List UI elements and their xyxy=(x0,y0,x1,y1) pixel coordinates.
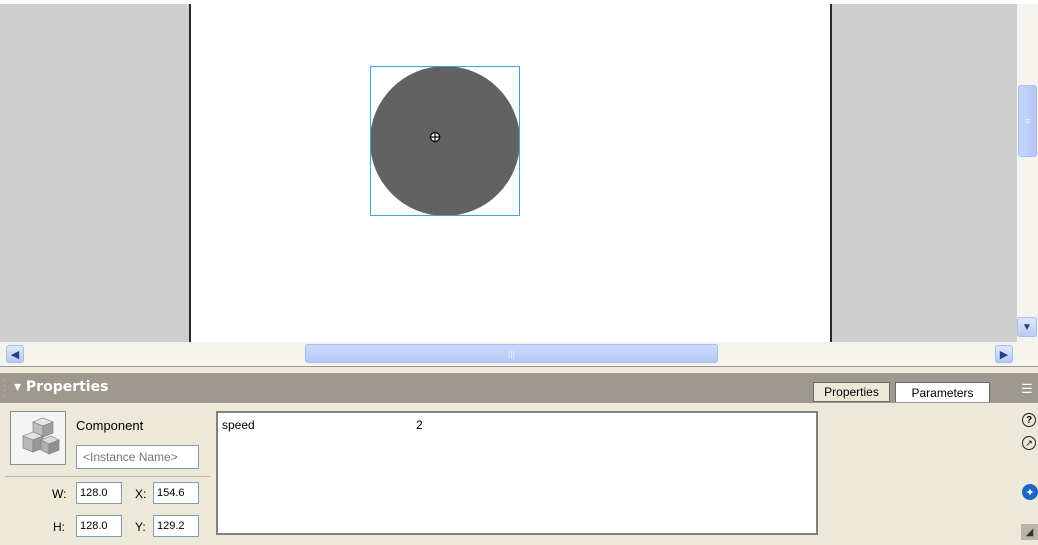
panel-gripper[interactable]: · · · · xyxy=(3,377,7,400)
vertical-scroll-thumb[interactable]: ≡ xyxy=(1018,85,1037,157)
expand-icon[interactable]: ◢ xyxy=(1021,524,1038,540)
chevron-down-icon: ▼ xyxy=(1022,321,1032,333)
scroll-down-button[interactable]: ▼ xyxy=(1017,317,1037,337)
chevron-left-icon: ◀ xyxy=(10,348,20,361)
accessibility-icon[interactable]: ✦ xyxy=(1022,484,1038,500)
edit-icon[interactable]: ↗ xyxy=(1022,436,1036,450)
instance-name-input[interactable] xyxy=(76,445,199,469)
x-label: X: xyxy=(135,487,147,501)
width-input[interactable] xyxy=(76,482,122,504)
component-type-label: Component xyxy=(76,418,144,433)
height-input[interactable] xyxy=(76,515,122,537)
collapse-triangle-icon: ▾ xyxy=(14,379,22,395)
x-input[interactable] xyxy=(153,482,199,504)
vertical-scrollbar[interactable] xyxy=(1017,4,1038,342)
parameters-grid[interactable] xyxy=(216,411,818,535)
selection-bounding-box[interactable] xyxy=(370,66,520,216)
tab-parameters[interactable]: Parameters xyxy=(895,382,990,402)
chevron-right-icon: ▶ xyxy=(999,348,1009,361)
panel-separator[interactable] xyxy=(0,366,1038,373)
scroll-left-button[interactable]: ◀ xyxy=(6,345,24,363)
height-label: H: xyxy=(53,520,65,534)
tab-properties-label: Properties xyxy=(824,385,879,399)
registration-point-icon xyxy=(429,131,441,143)
y-label: Y: xyxy=(135,520,146,534)
properties-panel-title[interactable]: ▾ Properties xyxy=(14,379,108,395)
panel-title-label: Properties xyxy=(25,379,109,395)
divider xyxy=(5,476,210,477)
help-icon[interactable]: ? xyxy=(1022,413,1036,427)
tab-parameters-label: Parameters xyxy=(911,385,974,400)
component-symbol-icon xyxy=(10,411,66,465)
parameter-name[interactable]: speed xyxy=(222,418,255,432)
horizontal-scroll-thumb[interactable]: ||| xyxy=(305,344,718,363)
panel-options-icon[interactable]: ☰ xyxy=(1021,381,1033,397)
parameter-value[interactable]: 2 xyxy=(416,418,423,432)
width-label: W: xyxy=(52,487,67,501)
tab-properties[interactable]: Properties xyxy=(813,382,890,402)
y-input[interactable] xyxy=(153,515,199,537)
scroll-right-button[interactable]: ▶ xyxy=(995,345,1013,363)
